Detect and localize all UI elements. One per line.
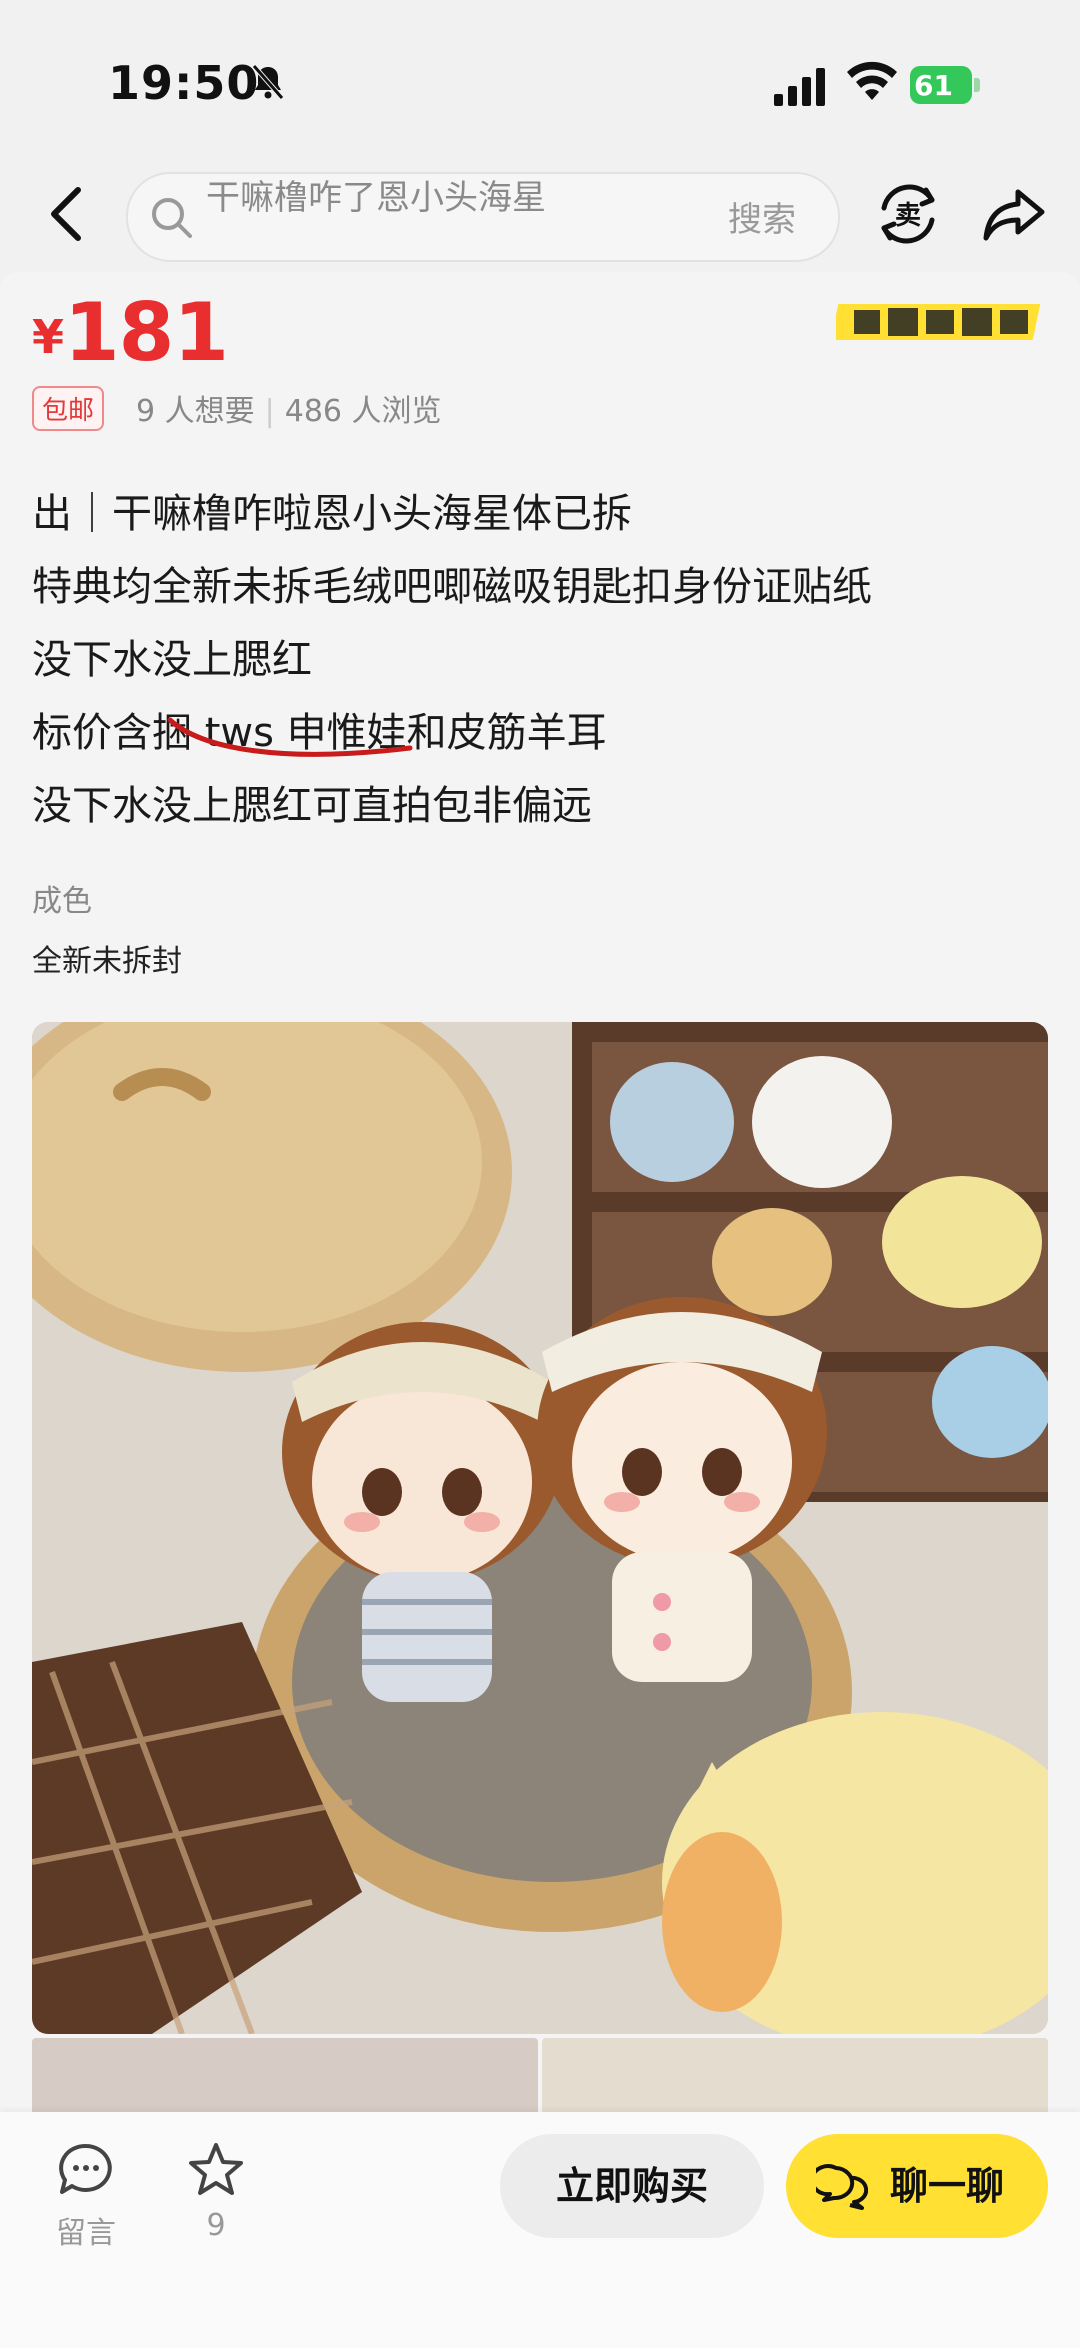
wants-count: 9 人想要 — [136, 394, 255, 429]
search-hint-next: 干嘛橹咋了恩 — [206, 250, 410, 260]
condition-label: 成色 — [32, 884, 92, 919]
favorite-button[interactable]: 9 — [180, 2140, 252, 2243]
new-unopened-badge — [836, 304, 1041, 340]
search-input[interactable]: 干嘛橹咋了恩小头海星 干嘛橹咋了恩 搜索 — [126, 172, 840, 262]
svg-text:卖: 卖 — [895, 201, 921, 231]
chat-bubbles-icon — [816, 2164, 868, 2210]
search-hint: 干嘛橹咋了恩小头海星 — [206, 178, 546, 218]
bottom-action-bar: 留言 9 立即购买 聊一聊 — [0, 2112, 1080, 2348]
nav-bar: 干嘛橹咋了恩小头海星 干嘛橹咋了恩 搜索 卖 — [0, 160, 1080, 270]
comment-label: 留言 — [56, 2216, 116, 2251]
thumbnail-image[interactable] — [32, 2038, 538, 2118]
battery-icon: 61 — [910, 66, 982, 104]
plush-dolls-image — [32, 1022, 1048, 2034]
listing-price: 181 — [64, 286, 229, 379]
listing-stats: 9 人想要 | 486 人浏览 — [136, 394, 442, 429]
thumbnail-image[interactable] — [542, 2038, 1048, 2118]
silent-bell-icon — [252, 64, 284, 100]
battery-level: 61 — [914, 69, 953, 102]
cellular-signal-icon — [774, 68, 825, 106]
share-icon[interactable] — [982, 184, 1046, 244]
chat-button[interactable]: 聊一聊 — [786, 2134, 1048, 2238]
listing-description: 出｜干嘛橹咋啦恩小头海星体已拆 特典均全新未拆毛绒吧唧磁吸钥匙扣身份证贴纸 没下… — [32, 478, 1052, 843]
favorite-count: 9 — [206, 2208, 226, 2243]
star-icon — [189, 2143, 243, 2195]
views-count: 486 人浏览 — [284, 394, 442, 429]
sell-icon[interactable]: 卖 — [872, 178, 944, 250]
photo-thumbnails — [32, 2038, 1048, 2118]
description-line: 没下水没上腮红可直拍包非偏远 — [32, 783, 592, 829]
free-shipping-tag: 包邮 — [32, 386, 105, 431]
description-line: 特典均全新未拆毛绒吧唧磁吸钥匙扣身份证贴纸 — [32, 564, 872, 610]
description-line: 没下水没上腮红 — [32, 637, 312, 683]
comment-button[interactable]: 留言 — [50, 2140, 122, 2252]
search-icon — [152, 198, 192, 238]
back-arrow-icon[interactable] — [40, 182, 96, 246]
comment-bubble-icon — [59, 2143, 112, 2194]
red-pen-underline — [167, 717, 413, 757]
buy-now-button[interactable]: 立即购买 — [500, 2134, 764, 2238]
wifi-icon — [847, 61, 897, 100]
status-bar: 19:50 61 — [0, 0, 1080, 170]
product-photo[interactable] — [32, 1022, 1048, 2034]
currency-symbol: ¥ — [32, 310, 65, 364]
search-button[interactable]: 搜索 — [728, 192, 796, 241]
condition-value: 全新未拆封 — [32, 944, 182, 979]
description-line: 出｜干嘛橹咋啦恩小头海星体已拆 — [32, 491, 632, 537]
status-time: 19:50 — [108, 56, 260, 110]
chat-label: 聊一聊 — [890, 2164, 1005, 2208]
